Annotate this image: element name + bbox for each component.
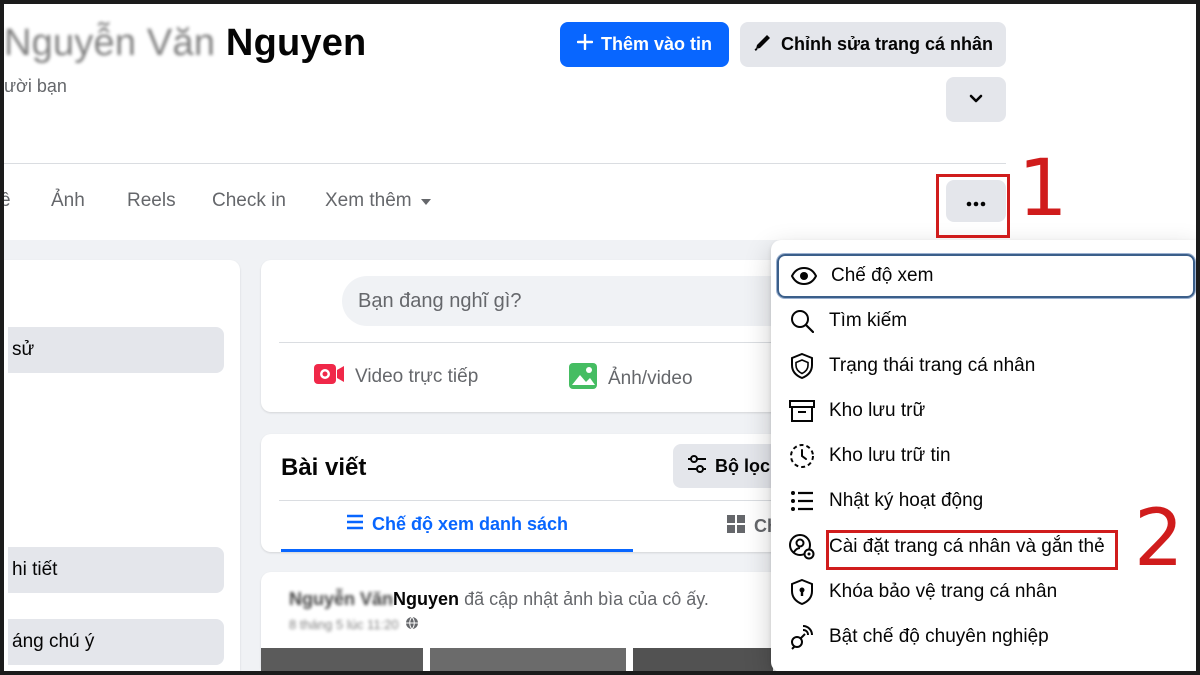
profile-name-blurred: Nguyễn Văn — [4, 22, 216, 64]
friends-count[interactable]: ười bạn — [4, 76, 67, 97]
add-to-story-label: Thêm vào tin — [600, 34, 712, 54]
caret-down-icon — [420, 186, 432, 216]
composer-input[interactable]: Bạn đang nghĩ gì? — [342, 276, 802, 326]
menu-item-search[interactable]: Tìm kiếm — [777, 299, 1195, 343]
live-video-button[interactable]: Video trực tiếp — [313, 362, 478, 392]
cover-photo-thumb[interactable] — [261, 648, 423, 675]
list-view-label: Chế độ xem danh sách — [371, 514, 569, 534]
menu-label: Kho lưu trữ — [829, 400, 926, 421]
tab-photos[interactable]: Ảnh — [51, 186, 85, 216]
feed-timestamp[interactable]: 8 tháng 5 lúc 11:20 — [289, 617, 399, 632]
sidebar-item-history[interactable]: sử — [8, 327, 224, 373]
filter-icon — [687, 454, 707, 478]
archive-icon — [789, 398, 815, 424]
tab-see-more[interactable]: Xem thêm — [325, 186, 432, 216]
menu-label: Khóa bảo vệ trang cá nhân — [829, 581, 1058, 602]
annotation-step-2: 2 — [1134, 494, 1184, 584]
post-composer: Bạn đang nghĩ gì? Video trực tiếp Ảnh/vi… — [261, 260, 802, 412]
live-video-icon — [313, 362, 345, 392]
annotation-box-settings-item — [826, 530, 1118, 570]
feed-author-blurred: Nguyễn Văn — [289, 589, 394, 609]
pencil-icon — [753, 32, 773, 57]
menu-item-professional-mode[interactable]: Bật chế độ chuyên nghiệp — [777, 615, 1195, 659]
chevron-down-icon — [968, 89, 984, 110]
menu-item-view-as[interactable]: Chế độ xem — [777, 254, 1195, 298]
photo-icon — [568, 362, 598, 396]
profile-name: Nguyễn Văn Nguyen — [4, 22, 366, 65]
menu-label: Kho lưu trữ tin — [829, 445, 951, 466]
shield-icon — [789, 353, 815, 379]
annotation-step-1: 1 — [1018, 144, 1068, 234]
search-icon — [789, 308, 815, 334]
tab-reels[interactable]: Reels — [127, 186, 176, 216]
grid-icon — [726, 514, 746, 539]
menu-item-profile-status[interactable]: Trạng thái trang cá nhân — [777, 344, 1195, 388]
cover-photo-thumb[interactable] — [633, 648, 773, 675]
expand-button[interactable] — [946, 77, 1006, 122]
feed-author[interactable]: Nguyen — [393, 589, 459, 609]
list-view-tab[interactable]: Chế độ xem danh sách — [281, 500, 633, 552]
menu-label: Bật chế độ chuyên nghiệp — [829, 626, 1049, 647]
sidebar-item-featured[interactable]: áng chú ý — [8, 619, 224, 665]
lock-shield-icon — [789, 579, 815, 605]
menu-item-profile-lock[interactable]: Khóa bảo vệ trang cá nhân — [777, 570, 1195, 614]
menu-item-archive[interactable]: Kho lưu trữ — [777, 389, 1195, 433]
photo-video-button[interactable]: Ảnh/video — [568, 362, 693, 396]
professional-icon — [789, 624, 815, 650]
posts-card: Bài viết Bộ lọc Chế độ xem danh sách Ch — [261, 434, 803, 552]
menu-label: Trạng thái trang cá nhân — [829, 355, 1036, 376]
feed-action: đã cập nhật ảnh bìa của cô ấy. — [464, 589, 709, 609]
filter-label: Bộ lọc — [715, 455, 771, 476]
plus-icon — [576, 33, 594, 55]
posts-title: Bài viết — [281, 454, 367, 481]
globe-icon — [405, 616, 419, 633]
live-video-label: Video trực tiếp — [355, 366, 479, 387]
edit-profile-button[interactable]: Chỉnh sửa trang cá nhân — [740, 22, 1006, 67]
menu-item-story-archive[interactable]: Kho lưu trữ tin — [777, 434, 1195, 478]
annotation-box-more-button — [936, 174, 1010, 238]
photo-video-label: Ảnh/video — [608, 368, 693, 389]
add-to-story-button[interactable]: Thêm vào tin — [560, 22, 729, 67]
intro-card: sử hi tiết áng chú ý — [4, 260, 240, 671]
profile-settings-icon — [789, 534, 815, 560]
sidebar-item-details[interactable]: hi tiết — [8, 547, 224, 593]
tab-checkin[interactable]: Check in — [212, 186, 286, 216]
header-divider — [4, 163, 1006, 164]
eye-icon — [791, 263, 817, 289]
feed-headline: Nguyễn VănNguyen đã cập nhật ảnh bìa của… — [289, 589, 709, 610]
menu-label: Nhật ký hoạt động — [829, 490, 984, 511]
profile-name-text: Nguyen — [225, 22, 367, 64]
tab-about[interactable]: ề — [0, 186, 11, 216]
list-icon — [789, 488, 815, 514]
menu-item-activity-log[interactable]: Nhật ký hoạt động — [777, 479, 1195, 523]
menu-label: Tìm kiếm — [829, 310, 908, 331]
tab-see-more-label: Xem thêm — [325, 190, 412, 211]
story-archive-icon — [789, 443, 815, 469]
profile-more-menu: Chế độ xem Tìm kiếm Trạng thái trang cá … — [771, 240, 1198, 672]
edit-profile-label: Chỉnh sửa trang cá nhân — [780, 34, 994, 54]
menu-label: Chế độ xem — [831, 265, 934, 286]
composer-divider — [279, 342, 789, 343]
list-icon — [346, 514, 364, 535]
feed-meta: 8 tháng 5 lúc 11:20 — [289, 616, 419, 633]
cover-photo-thumb[interactable] — [430, 648, 626, 675]
